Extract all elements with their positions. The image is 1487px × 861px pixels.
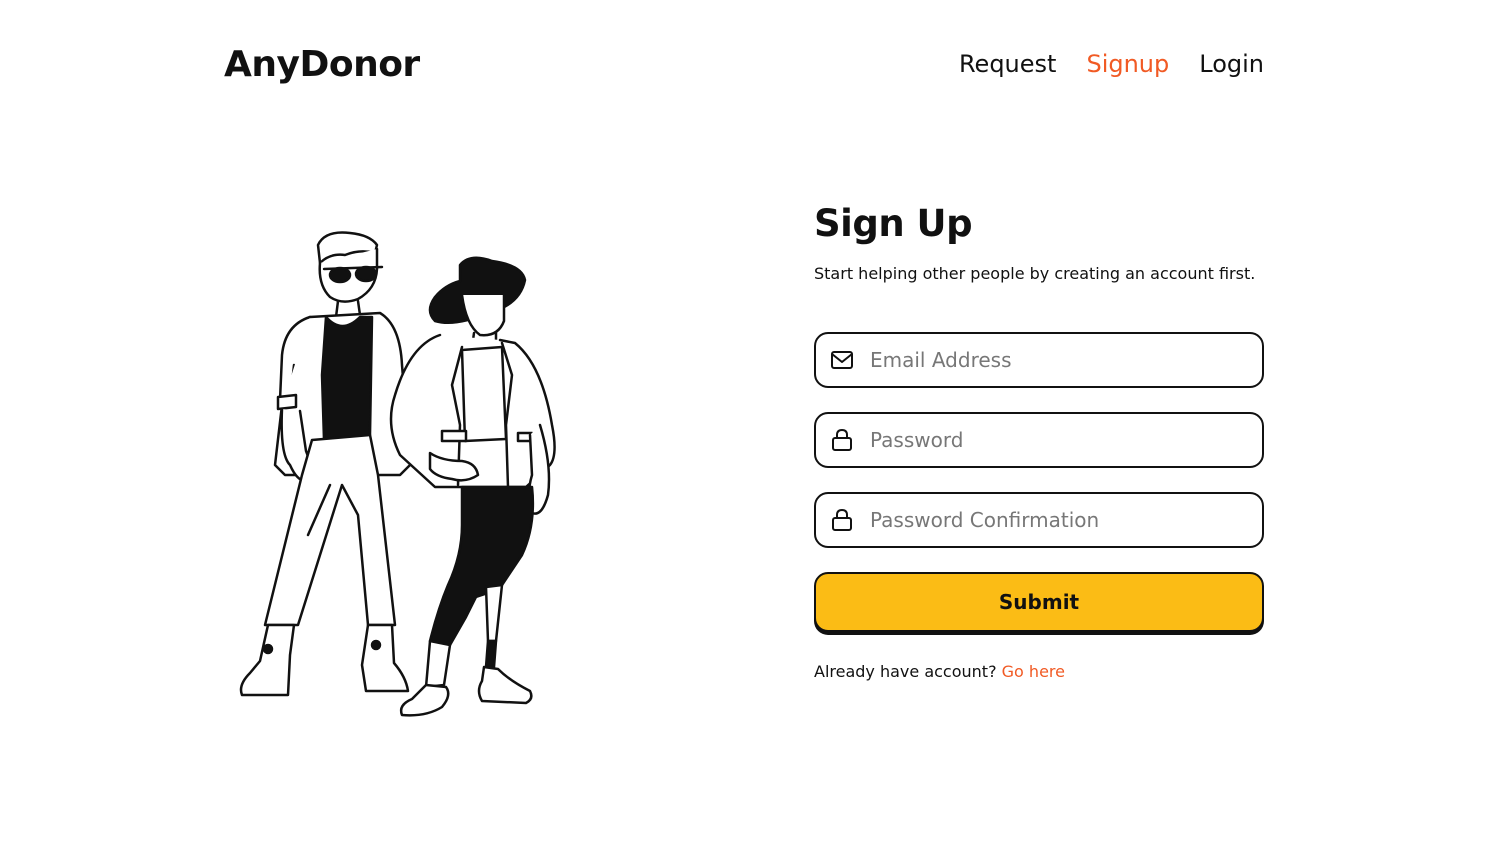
email-input[interactable] (870, 334, 1262, 386)
lock-icon (830, 428, 854, 452)
top-header: AnyDonor Request Signup Login (224, 40, 1264, 88)
login-prompt-text: Already have account? (814, 662, 997, 681)
password-field[interactable] (814, 412, 1264, 468)
nav-request[interactable]: Request (959, 50, 1057, 78)
login-prompt: Already have account? Go here (814, 662, 1264, 681)
people-illustration (230, 225, 570, 725)
nav-login[interactable]: Login (1199, 50, 1264, 78)
password-confirmation-input[interactable] (870, 494, 1262, 546)
mail-icon (830, 348, 854, 372)
subtitle: Start helping other people by creating a… (814, 264, 1256, 283)
password-confirmation-field[interactable] (814, 492, 1264, 548)
logo[interactable]: AnyDonor (224, 44, 420, 85)
email-field[interactable] (814, 332, 1264, 388)
submit-button[interactable]: Submit (814, 572, 1264, 632)
page-title: Sign Up (814, 202, 973, 245)
main-nav: Request Signup Login (959, 50, 1264, 78)
password-input[interactable] (870, 414, 1262, 466)
nav-signup[interactable]: Signup (1086, 50, 1169, 78)
lock-icon (830, 508, 854, 532)
login-link[interactable]: Go here (1002, 662, 1065, 681)
signup-form: Sign Up Start helping other people by cr… (814, 200, 1264, 681)
